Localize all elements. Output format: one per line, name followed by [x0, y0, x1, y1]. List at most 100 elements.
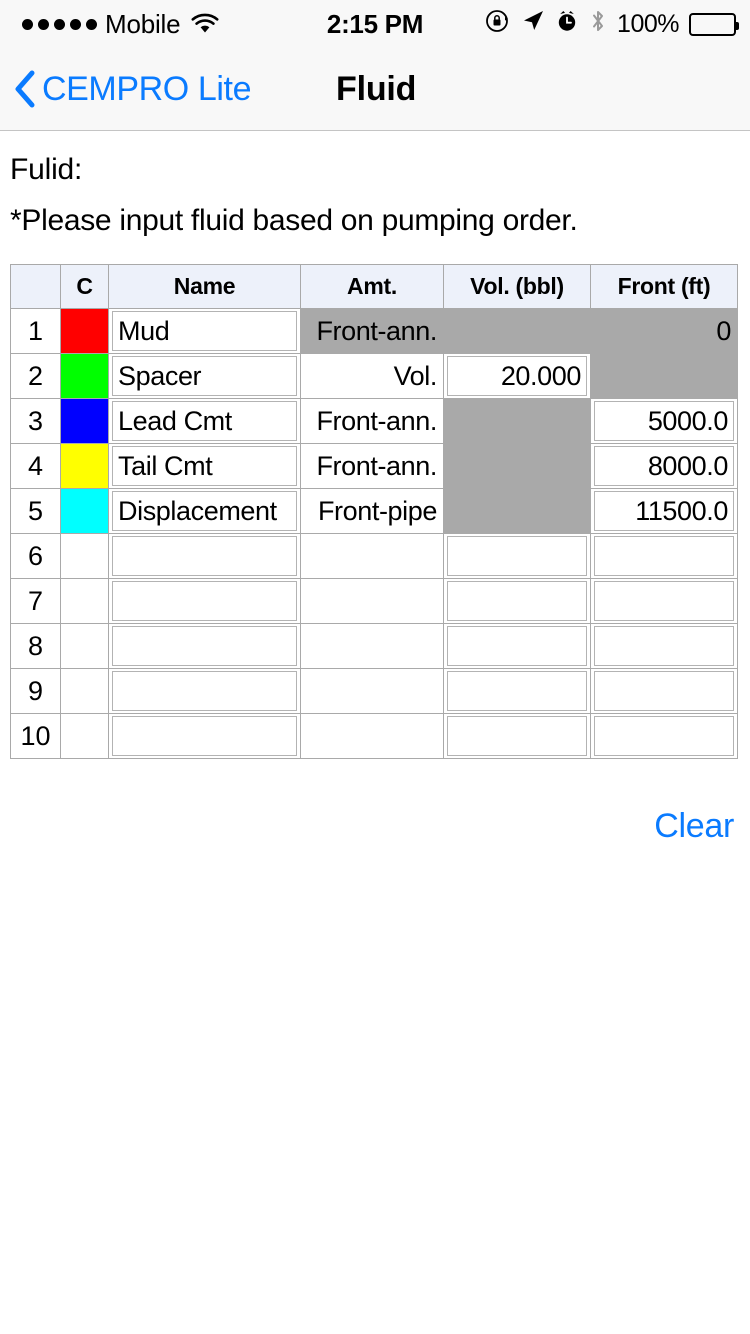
header-amt: Amt. [300, 264, 444, 309]
name-input[interactable]: Spacer [112, 356, 297, 396]
color-swatch[interactable] [61, 444, 108, 488]
battery-icon [689, 12, 739, 36]
row-front-cell: 8000.0 [590, 443, 738, 489]
row-color-cell[interactable] [60, 443, 109, 489]
name-input[interactable]: Displacement [112, 491, 297, 531]
row-index-cell: 2 [10, 353, 61, 399]
amt-selector[interactable] [301, 714, 443, 758]
back-button[interactable]: CEMPRO Lite [0, 69, 252, 109]
fluid-section-label: Fulid: [10, 153, 83, 186]
row-color-cell[interactable] [60, 578, 109, 624]
rotation-lock-icon [485, 8, 511, 41]
actions-bar: Clear [0, 807, 750, 846]
amt-selector[interactable] [301, 624, 443, 668]
row-vol-cell [443, 623, 591, 669]
alarm-clock-icon [555, 9, 579, 40]
color-swatch[interactable] [61, 354, 108, 398]
row-amt-cell [300, 713, 444, 759]
front-input[interactable] [594, 536, 734, 576]
row-front-cell [590, 578, 738, 624]
row-color-cell[interactable] [60, 308, 109, 354]
bluetooth-icon [589, 8, 607, 41]
row-color-cell[interactable] [60, 488, 109, 534]
front-input[interactable] [594, 626, 734, 666]
name-input[interactable]: Lead Cmt [112, 401, 297, 441]
table-row: 2 Spacer Vol. 20.000 [10, 353, 738, 399]
amt-selector[interactable] [301, 579, 443, 623]
amt-selector[interactable] [301, 669, 443, 713]
front-input[interactable]: 5000.0 [594, 401, 734, 441]
amt-selector[interactable] [301, 534, 443, 578]
color-swatch[interactable] [61, 399, 108, 443]
row-name-cell [108, 578, 301, 624]
row-index-cell: 9 [10, 668, 61, 714]
row-color-cell[interactable] [60, 398, 109, 444]
header-vol: Vol. (bbl) [443, 264, 591, 309]
row-color-cell[interactable] [60, 623, 109, 669]
row-color-cell[interactable] [60, 668, 109, 714]
row-vol-cell [443, 308, 591, 354]
name-input[interactable] [112, 536, 297, 576]
vol-input [444, 489, 590, 533]
row-vol-cell: 20.000 [443, 353, 591, 399]
color-swatch[interactable] [61, 309, 108, 353]
vol-input[interactable]: 20.000 [447, 356, 587, 396]
name-input[interactable] [112, 671, 297, 711]
table-row: 8 [10, 623, 738, 669]
battery-percent-label: 100% [617, 9, 679, 38]
fluid-table: C Name Amt. Vol. (bbl) Front (ft) 1 Mud Fr… [10, 264, 738, 759]
row-index-cell: 8 [10, 623, 61, 669]
table-row: 4 Tail Cmt Front-ann. 8000.0 [10, 443, 738, 489]
vol-input[interactable] [447, 536, 587, 576]
amt-selector[interactable]: Vol. [301, 354, 443, 398]
front-input[interactable] [594, 716, 734, 756]
row-vol-cell [443, 668, 591, 714]
vol-input[interactable] [447, 626, 587, 666]
row-color-cell[interactable] [60, 713, 109, 759]
row-color-cell[interactable] [60, 353, 109, 399]
name-input[interactable] [112, 716, 297, 756]
status-bar: Mobile 2:15 PM 100% [0, 0, 750, 48]
row-color-cell[interactable] [60, 533, 109, 579]
row-amt-cell [300, 533, 444, 579]
amt-selector[interactable]: Front-ann. [301, 399, 443, 443]
fluid-section-note: *Please input fluid based on pumping ord… [10, 204, 578, 237]
front-input[interactable]: 11500.0 [594, 491, 734, 531]
front-input: 0 [591, 309, 737, 353]
row-amt-cell: Vol. [300, 353, 444, 399]
name-input[interactable] [112, 581, 297, 621]
front-input[interactable] [594, 581, 734, 621]
row-amt-cell: Front-pipe [300, 488, 444, 534]
header-color: C [60, 264, 109, 309]
table-row: 1 Mud Front-ann. 0 [10, 308, 738, 354]
name-input[interactable] [112, 626, 297, 666]
back-button-label: CEMPRO Lite [42, 69, 252, 108]
row-vol-cell [443, 578, 591, 624]
row-name-cell [108, 533, 301, 579]
front-input[interactable] [594, 671, 734, 711]
vol-input [444, 444, 590, 488]
row-name-cell: Displacement [108, 488, 301, 534]
color-swatch[interactable] [61, 489, 108, 533]
amt-selector[interactable]: Front-pipe [301, 489, 443, 533]
row-vol-cell [443, 533, 591, 579]
row-index-cell: 6 [10, 533, 61, 579]
vol-input[interactable] [447, 671, 587, 711]
name-input[interactable]: Mud [112, 311, 297, 351]
front-input[interactable]: 8000.0 [594, 446, 734, 486]
row-amt-cell [300, 623, 444, 669]
clear-button[interactable]: Clear [654, 807, 734, 846]
chevron-left-icon [14, 70, 36, 108]
fluid-table-header: C Name Amt. Vol. (bbl) Front (ft) [10, 264, 738, 309]
name-input[interactable]: Tail Cmt [112, 446, 297, 486]
vol-input[interactable] [447, 716, 587, 756]
table-row: 5 Displacement Front-pipe 11500.0 [10, 488, 738, 534]
row-index-cell: 5 [10, 488, 61, 534]
row-name-cell: Spacer [108, 353, 301, 399]
row-index-cell: 10 [10, 713, 61, 759]
vol-input[interactable] [447, 581, 587, 621]
amt-selector[interactable]: Front-ann. [301, 444, 443, 488]
row-front-cell [590, 623, 738, 669]
row-index-cell: 1 [10, 308, 61, 354]
location-arrow-icon [521, 9, 545, 40]
